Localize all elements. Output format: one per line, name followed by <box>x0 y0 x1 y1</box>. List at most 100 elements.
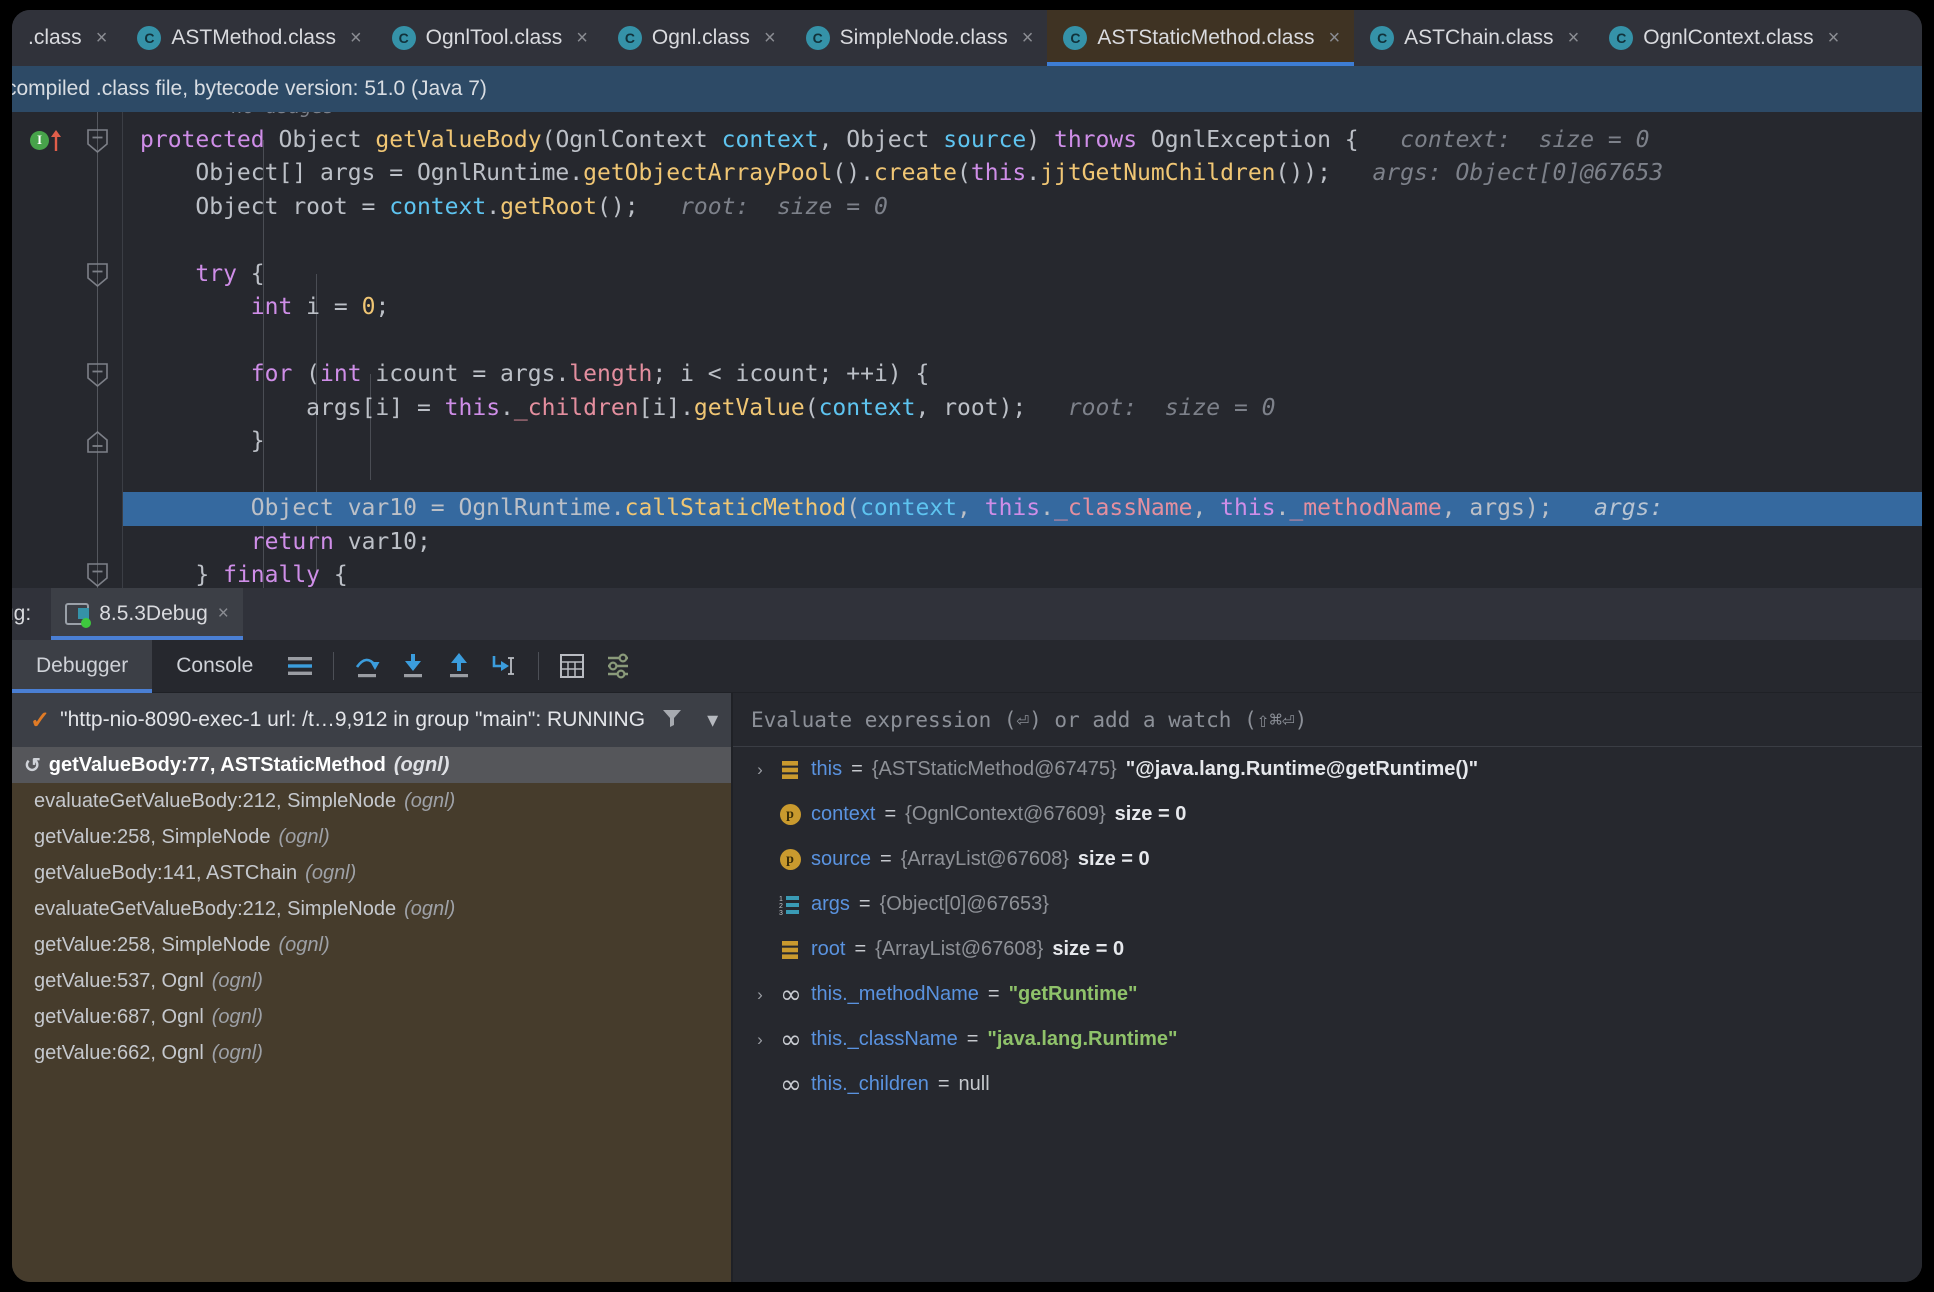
frame-item[interactable]: evaluateGetValueBody:212, SimpleNode (og… <box>12 891 731 927</box>
step-over-icon[interactable] <box>347 646 387 686</box>
implementation-marker-icon: I <box>30 130 49 150</box>
fold-marker[interactable] <box>86 430 109 456</box>
code-editor[interactable]: I protected Object getValueBody(OgnlCont… <box>12 112 1922 588</box>
fold-marker[interactable] <box>86 362 109 388</box>
close-icon[interactable]: × <box>96 27 108 50</box>
code-line[interactable] <box>123 459 1922 493</box>
thread-selector[interactable]: ✓ "http-nio-8090-exec-1 url: /t…9,912 in… <box>12 693 731 747</box>
parameter-icon: p <box>778 804 802 825</box>
editor-tab-astmethod-class[interactable]: C ASTMethod.class × <box>121 10 376 66</box>
fold-marker[interactable] <box>86 262 109 288</box>
editor-tab-ognl-class[interactable]: C Ognl.class × <box>601 10 790 66</box>
evaluate-expression-field[interactable]: Evaluate expression (⏎) or add a watch (… <box>733 693 1922 747</box>
code-line[interactable]: } finally { <box>123 559 1922 588</box>
code-line[interactable]: args[i] = this._children[i].getValue(con… <box>123 392 1922 426</box>
close-icon[interactable]: × <box>764 27 776 50</box>
override-arrow-icon <box>51 130 61 151</box>
close-icon[interactable]: × <box>350 27 362 50</box>
editor-tab-simplenode-class[interactable]: C SimpleNode.class × <box>789 10 1048 66</box>
frame-item[interactable]: getValueBody:141, ASTChain (ognl) <box>12 855 731 891</box>
variable-row[interactable]: ›psource={ArrayList@67608}size = 0 <box>733 837 1922 882</box>
editor-tab--class[interactable]: .class × <box>12 10 122 66</box>
variable-row[interactable]: ›∞this._children=null <box>733 1062 1922 1107</box>
thread-status-icon: ✓ <box>30 706 51 734</box>
code-token: var10; <box>333 528 431 555</box>
variable-reference: {ArrayList@67608} <box>875 938 1044 960</box>
show-execution-point-icon[interactable] <box>280 646 320 686</box>
close-icon[interactable]: × <box>1568 27 1580 50</box>
editor-tab-label: Ognl.class <box>651 26 750 49</box>
code-line[interactable] <box>123 224 1922 258</box>
code-line-execution-point[interactable]: Object var10 = OgnlRuntime.callStaticMet… <box>123 492 1922 526</box>
code-line[interactable]: return var10; <box>123 526 1922 560</box>
code-line[interactable]: try { <box>123 258 1922 292</box>
debug-session-tab[interactable]: 8.5.3Debug × <box>51 588 243 640</box>
editor-tab-label: ASTMethod.class <box>171 26 336 49</box>
chevron-down-icon[interactable]: ▾ <box>707 707 718 733</box>
evaluate-placeholder: Evaluate expression (⏎) or add a watch (… <box>751 707 1308 732</box>
close-icon[interactable]: × <box>218 603 229 625</box>
code-line[interactable]: Object[] args = OgnlRuntime.getObjectArr… <box>123 157 1922 191</box>
variable-row[interactable]: ›pcontext={OgnlContext@67609}size = 0 <box>733 792 1922 837</box>
code-token: ; <box>375 294 390 320</box>
code-token: , args); <box>1441 495 1553 521</box>
step-out-icon[interactable] <box>439 646 479 686</box>
variable-row[interactable]: › ∞ this._className = "java.lang.Runtime" <box>733 1017 1922 1062</box>
code-token: Object root = <box>195 193 390 220</box>
editor-tab-astchain-class[interactable]: C ASTChain.class × <box>1354 10 1594 66</box>
frame-item[interactable]: evaluateGetValueBody:212, SimpleNode (og… <box>12 783 731 819</box>
evaluate-expression-icon[interactable] <box>552 646 592 686</box>
code-line[interactable]: for (int icount = args.length; i < icoun… <box>123 358 1922 392</box>
code-token: return <box>250 528 334 555</box>
restore-frame-icon[interactable]: ↺ <box>24 753 41 778</box>
run-to-cursor-icon[interactable] <box>485 646 525 686</box>
editor-tab-ognltool-class[interactable]: C OgnlTool.class × <box>375 10 602 66</box>
frame-package-label: (ognl) <box>305 861 357 884</box>
variables-list[interactable]: › this = {ASTStaticMethod@67475} "@java.lang… <box>733 747 1922 1107</box>
frames-list[interactable]: ↺ getValueBody:77, ASTStaticMethod (ognl)… <box>12 747 731 1282</box>
code-token: { <box>236 260 265 287</box>
filter-funnel-icon[interactable] <box>661 707 683 734</box>
code-token: Object var10 = OgnlRuntime. <box>250 495 625 521</box>
frame-item[interactable]: getValue:537, Ognl (ognl) <box>12 963 731 999</box>
code-line[interactable] <box>123 325 1922 359</box>
variable-name: source <box>811 848 872 870</box>
close-icon[interactable]: × <box>576 27 588 50</box>
code-line[interactable]: } <box>123 425 1922 459</box>
expand-chevron-icon[interactable]: › <box>751 760 769 780</box>
frame-method-label: evaluateGetValueBody:212, SimpleNode <box>34 897 397 920</box>
close-icon[interactable]: × <box>1022 27 1034 50</box>
code-token: . <box>486 193 501 220</box>
editor-gutter[interactable]: I <box>12 112 122 588</box>
frame-item[interactable]: getValue:687, Ognl (ognl) <box>12 999 731 1035</box>
frame-item[interactable]: getValue:258, SimpleNode (ognl) <box>12 819 731 855</box>
code-line[interactable]: protected Object getValueBody(OgnlContex… <box>123 124 1922 158</box>
frame-item-selected[interactable]: ↺ getValueBody:77, ASTStaticMethod (ognl) <box>12 747 731 783</box>
fold-marker[interactable] <box>86 128 109 154</box>
code-token: this <box>970 160 1027 186</box>
tab-debugger[interactable]: Debugger <box>12 639 153 693</box>
step-into-icon[interactable] <box>393 646 433 686</box>
close-icon[interactable]: × <box>1328 27 1340 50</box>
frame-method-label: getValue:258, SimpleNode <box>34 933 271 956</box>
variable-row[interactable]: › ∞ this._methodName = "getRuntime" <box>733 972 1922 1017</box>
frame-item[interactable]: getValue:662, Ognl (ognl) <box>12 1035 731 1071</box>
expand-chevron-icon[interactable]: › <box>751 985 769 1005</box>
class-icon: C <box>1063 26 1088 50</box>
variable-row[interactable]: › this = {ASTStaticMethod@67475} "@java.lang… <box>733 747 1922 792</box>
variable-row[interactable]: ›root={ArrayList@67608}size = 0 <box>733 927 1922 972</box>
close-icon[interactable]: × <box>1828 27 1840 50</box>
frame-item[interactable]: getValue:258, SimpleNode (ognl) <box>12 927 731 963</box>
tab-console[interactable]: Console <box>152 640 277 693</box>
code-content[interactable]: no usagesprotected Object getValueBody(O… <box>123 112 1922 588</box>
settings-icon[interactable] <box>598 646 638 686</box>
fold-marker[interactable] <box>86 562 109 588</box>
variable-row[interactable]: ›123args={Object[0]@67653} <box>733 882 1922 927</box>
overriding-method-icon[interactable]: I <box>30 128 63 152</box>
code-line[interactable]: int i = 0; <box>123 291 1922 325</box>
editor-tab-aststaticmethod-class[interactable]: C ASTStaticMethod.class × <box>1047 10 1355 66</box>
expand-chevron-icon[interactable]: › <box>751 1030 769 1050</box>
frame-package-label: (ognl) <box>404 897 456 920</box>
editor-tab-ognlcontext-class[interactable]: C OgnlContext.class × <box>1593 10 1854 66</box>
code-line[interactable]: Object root = context.getRoot(); root: s… <box>123 191 1922 225</box>
